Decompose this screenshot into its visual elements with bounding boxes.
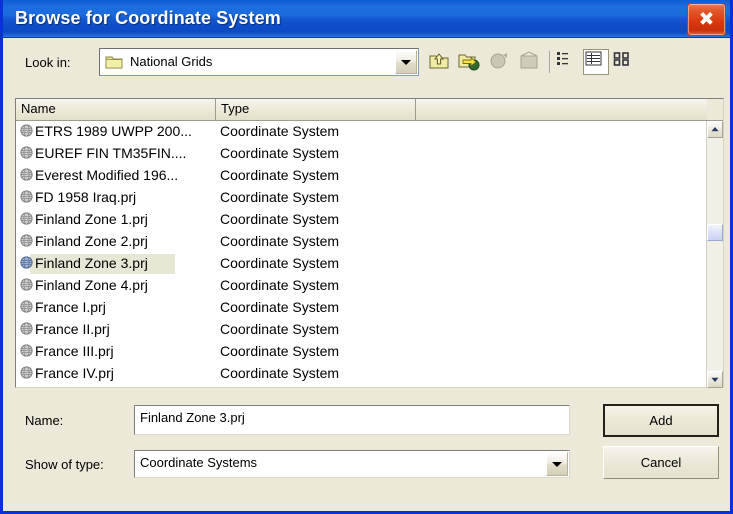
table-row[interactable]: Finland Zone 4.prj Coordinate System [16, 275, 696, 297]
icons-view-button[interactable] [611, 49, 637, 75]
table-row[interactable]: FD 1958 Iraq.prj Coordinate System [16, 187, 696, 209]
connect-folder-icon [458, 54, 480, 76]
up-folder-icon [428, 53, 450, 76]
table-row[interactable]: France I.prj Coordinate System [16, 297, 696, 319]
table-row[interactable]: ETRS 1989 UWPP 200... Coordinate System [16, 121, 696, 143]
chevron-down-icon[interactable] [395, 50, 417, 74]
file-type-cell: Coordinate System [220, 145, 340, 161]
file-type-cell: Coordinate System [220, 123, 340, 139]
name-input[interactable]: Finland Zone 3.prj [134, 405, 570, 435]
connect-to-folder-button[interactable] [457, 49, 483, 75]
file-name-cell: ETRS 1989 UWPP 200... [35, 123, 192, 139]
globe-icon [20, 322, 33, 340]
file-name-cell: France I.prj [35, 299, 106, 315]
file-name-cell: Finland Zone 4.prj [35, 277, 148, 293]
folder-icon [105, 54, 123, 75]
details-view-button[interactable] [583, 49, 609, 75]
globe-icon [20, 212, 33, 230]
details-view-icon [584, 51, 604, 72]
look-in-value: National Grids [130, 54, 213, 69]
globe-icon [20, 146, 33, 164]
file-list-rows: ETRS 1989 UWPP 200... Coordinate System EU… [16, 121, 696, 388]
scroll-up-button[interactable] [707, 121, 723, 138]
globe-icon [20, 300, 33, 318]
file-type-cell: Coordinate System [220, 321, 340, 337]
table-row[interactable]: Everest Modified 196... Coordinate System [16, 165, 696, 187]
file-name-cell: Finland Zone 2.prj [35, 233, 148, 249]
close-button[interactable] [687, 3, 726, 36]
show-of-type-label: Show of type: [25, 457, 104, 472]
page-title: Browse for Coordinate System [15, 8, 281, 28]
list-view-icon [556, 52, 576, 72]
file-type-cell: Coordinate System [220, 255, 340, 271]
table-row[interactable]: Finland Zone 1.prj Coordinate System [16, 209, 696, 231]
toolbar-separator [549, 51, 550, 73]
globe-icon [20, 278, 33, 296]
toolbar: Look in: National Grids [3, 38, 730, 88]
file-name-cell: Finland Zone 1.prj [35, 211, 148, 227]
disabled-tool-1-icon [488, 53, 510, 76]
file-type-cell: Coordinate System [220, 299, 340, 315]
column-header-blank[interactable] [416, 99, 707, 120]
file-type-cell: Coordinate System [220, 277, 340, 293]
look-in-label: Look in: [25, 55, 71, 70]
file-type-cell: Coordinate System [220, 343, 340, 359]
globe-icon [20, 256, 33, 274]
file-name-cell: Everest Modified 196... [35, 167, 179, 183]
show-of-type-value: Coordinate Systems [140, 455, 258, 470]
column-header-type[interactable]: Type [216, 99, 416, 120]
file-type-cell: Coordinate System [220, 211, 340, 227]
disabled-tool-2-icon [518, 51, 540, 76]
file-list: Name Type ETRS 1989 UWPP 200... Coordinat… [15, 98, 724, 388]
table-row[interactable]: Finland Zone 3.prj Coordinate System [16, 253, 696, 275]
add-button[interactable]: Add [603, 404, 719, 437]
globe-icon [20, 124, 33, 142]
look-in-combobox[interactable]: National Grids [99, 48, 419, 76]
up-one-level-button[interactable] [427, 49, 453, 75]
file-name-cell: France II.prj [35, 321, 110, 337]
file-type-cell: Coordinate System [220, 233, 340, 249]
show-of-type-chevron-down-icon[interactable] [546, 452, 568, 476]
globe-icon [20, 168, 33, 186]
scroll-down-button[interactable] [707, 371, 723, 388]
browse-coordinate-system-dialog: Browse for Coordinate System Look in: Na… [0, 0, 733, 514]
file-type-cell: Coordinate System [220, 365, 340, 381]
table-row[interactable]: France III.prj Coordinate System [16, 341, 696, 363]
disabled-tool-1-button [487, 49, 513, 75]
globe-icon [20, 344, 33, 362]
file-name-cell: EUREF FIN TM35FIN.... [35, 145, 187, 161]
table-row[interactable]: France II.prj Coordinate System [16, 319, 696, 341]
file-type-cell: Coordinate System [220, 189, 340, 205]
file-name-cell: FD 1958 Iraq.prj [35, 189, 137, 205]
file-name-cell: France III.prj [35, 343, 114, 359]
file-type-cell: Coordinate System [220, 167, 340, 183]
table-row[interactable]: EUREF FIN TM35FIN.... Coordinate System [16, 143, 696, 165]
cancel-button[interactable]: Cancel [603, 446, 719, 479]
column-header-row: Name Type [16, 99, 723, 121]
vertical-scrollbar[interactable] [706, 121, 723, 388]
column-header-name[interactable]: Name [16, 99, 216, 120]
disabled-tool-2-button [517, 49, 543, 75]
title-bar: Browse for Coordinate System [3, 0, 730, 38]
table-row[interactable]: France IV.prj Coordinate System [16, 363, 696, 385]
list-view-button[interactable] [555, 49, 581, 75]
globe-icon [20, 366, 33, 384]
name-label: Name: [25, 413, 64, 428]
show-of-type-combobox[interactable]: Coordinate Systems [134, 450, 570, 478]
table-row[interactable]: Finland Zone 2.prj Coordinate System [16, 231, 696, 253]
file-name-cell: France IV.prj [35, 365, 114, 381]
icons-view-icon [612, 52, 632, 72]
file-name-cell: Finland Zone 3.prj [35, 255, 148, 271]
globe-icon [20, 234, 33, 252]
globe-icon [20, 190, 33, 208]
scrollbar-thumb[interactable] [707, 224, 723, 241]
